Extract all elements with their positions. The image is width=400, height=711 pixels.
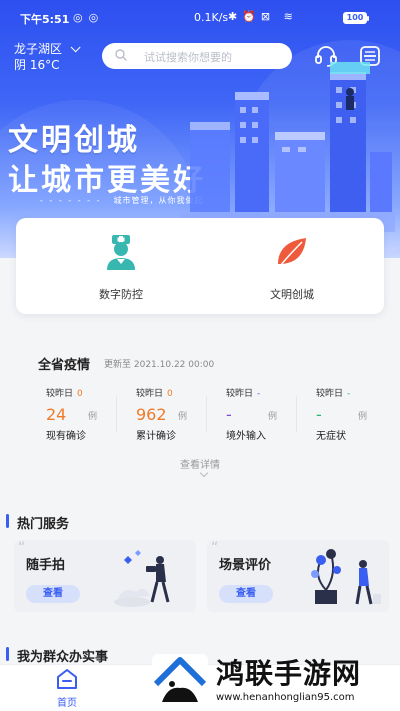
- photographer-illustration: [114, 550, 170, 607]
- stat-compare: 较昨日 0: [46, 386, 126, 399]
- watermark-logo: [152, 654, 208, 706]
- stat-unit: 例: [268, 412, 278, 422]
- stat-compare: 较昨日 -: [316, 386, 396, 399]
- app-screen: 下午5:51 ◎◎ 0.1K/s ✱⏰⊠ ≋ 100 龙子湖区 阴 16°C 试…: [0, 0, 400, 711]
- stat-asymptomatic: 较昨日 - -例 无症状: [316, 386, 396, 442]
- view-button[interactable]: 查看: [219, 585, 273, 603]
- hot-services-header: 热门服务: [0, 511, 400, 532]
- status-time: 下午5:51: [20, 13, 70, 26]
- quote-icon: “: [18, 540, 26, 556]
- quick-entry-civilized-city[interactable]: 文明创城: [232, 232, 352, 302]
- divider: [206, 396, 207, 432]
- epidemic-update-time: 更新至 2021.10.22 00:00: [104, 360, 215, 370]
- stat-compare-value: 0: [77, 389, 83, 399]
- tab-home-label: 首页: [57, 698, 77, 709]
- quote-icon: “: [211, 540, 219, 556]
- tab-home[interactable]: 首页: [44, 668, 90, 709]
- stat-label: 境外输入: [226, 431, 266, 442]
- doctor-icon: [107, 235, 135, 270]
- watermark-text: 鸿联手游网: [216, 657, 362, 690]
- stat-unit: 例: [88, 412, 98, 422]
- banner-subtitle: - - - - - - - 城市管理，从你我做起: [40, 196, 204, 205]
- stat-total-confirmed: 较昨日 0 962 例 累计确诊: [136, 386, 216, 442]
- section-marker: [6, 514, 9, 528]
- section-title: 热门服务: [17, 517, 70, 532]
- location-name: 龙子湖区: [14, 42, 63, 56]
- quick-entry-card: 数字防控 文明创城: [16, 218, 384, 314]
- search-icon: [115, 49, 127, 61]
- leaf-icon: [278, 238, 306, 267]
- stat-compare-value: -: [347, 389, 351, 399]
- banner-slogan: 让城市更美好: [8, 163, 206, 198]
- status-bar: 下午5:51 ◎◎ 0.1K/s ✱⏰⊠ ≋ 100: [0, 0, 400, 34]
- stat-value: 24: [46, 405, 67, 424]
- stat-value: -: [226, 405, 232, 424]
- stat-unit: 例: [358, 412, 368, 422]
- stat-compare-value: -: [257, 389, 261, 399]
- city-illustration: [180, 62, 395, 232]
- stat-compare-label: 较昨日: [136, 389, 164, 399]
- service-card-scene-rating[interactable]: “ 场景评价 查看: [207, 540, 389, 612]
- divider: [116, 396, 117, 432]
- stat-label: 现有确诊: [46, 431, 86, 442]
- notification-icons: ◎◎: [73, 11, 105, 24]
- stat-compare-label: 较昨日: [316, 389, 344, 399]
- epidemic-section: 全省疫情 更新至 2021.10.22 00:00 较昨日 0 24 例 现有确诊 …: [0, 338, 400, 488]
- stat-compare-value: 0: [167, 389, 173, 399]
- network-speed: 0.1K/s: [194, 11, 229, 24]
- watermark-url: www.henanhonglian95.com: [216, 692, 355, 703]
- epidemic-title: 全省疫情: [38, 358, 91, 373]
- watermark: 鸿联手游网 www.henanhonglian95.com: [150, 650, 400, 711]
- stat-label: 无症状: [316, 431, 346, 442]
- weather-text: 阴 16°C: [14, 58, 60, 72]
- stat-imported: 较昨日 - -例 境外输入: [226, 386, 306, 442]
- service-title: 场景评价: [219, 558, 272, 573]
- service-title: 随手拍: [26, 558, 66, 573]
- section-title: 我为群众办实事: [17, 650, 109, 665]
- quick-entry-label: 文明创城: [270, 288, 314, 301]
- stat-value: 962: [136, 405, 167, 424]
- banner-title: 文明创城: [8, 123, 140, 158]
- service-card-snapshot[interactable]: “ 随手拍 查看: [14, 540, 196, 612]
- location-selector[interactable]: 龙子湖区: [14, 40, 81, 57]
- section-marker: [6, 647, 9, 661]
- stat-label: 累计确诊: [136, 431, 176, 442]
- system-status-icons: ✱⏰⊠ ≋: [228, 10, 298, 23]
- stat-compare: 较昨日 -: [226, 386, 306, 399]
- quick-entry-digital-prevention[interactable]: 数字防控: [61, 232, 181, 302]
- view-button[interactable]: 查看: [26, 585, 80, 603]
- chevron-down-icon: [70, 42, 81, 53]
- view-details-link[interactable]: 查看详情: [0, 456, 400, 471]
- stat-compare-label: 较昨日: [46, 389, 74, 399]
- home-icon: [57, 669, 77, 689]
- stat-unit: 例: [178, 412, 188, 422]
- stat-value: -: [316, 405, 322, 424]
- stat-compare-label: 较昨日: [226, 389, 254, 399]
- battery-icon: 100: [343, 12, 369, 24]
- divider: [296, 396, 297, 432]
- quick-entry-label: 数字防控: [99, 288, 143, 301]
- stat-compare: 较昨日 0: [136, 386, 216, 399]
- stat-current-confirmed: 较昨日 0 24 例 现有确诊: [46, 386, 126, 442]
- plant-rating-illustration: [311, 549, 381, 605]
